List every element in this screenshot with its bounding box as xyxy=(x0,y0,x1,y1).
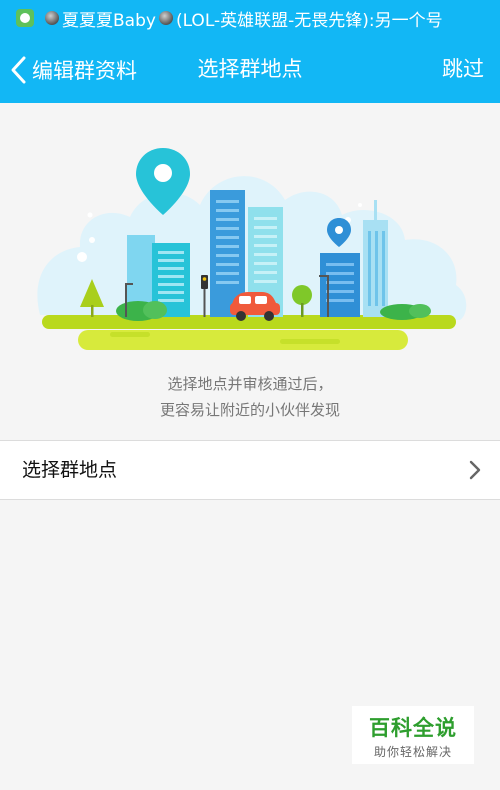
watermark-logo: 百科全说 助你轻松解决 xyxy=(352,706,474,764)
back-button[interactable]: 编辑群资料 xyxy=(8,36,137,103)
back-label: 编辑群资料 xyxy=(32,58,137,83)
decor-ball-icon xyxy=(158,11,173,25)
select-location-row[interactable]: 选择群地点 xyxy=(0,440,500,500)
chevron-right-icon xyxy=(469,460,481,480)
description-line-1: 选择地点并审核通过后， xyxy=(167,375,333,393)
status-name-part2: (LOL-英雄联盟-无畏先锋):另一个号 xyxy=(175,10,443,31)
select-location-label: 选择群地点 xyxy=(22,459,118,481)
status-bar: 夏夏夏Baby (LOL-英雄联盟-无畏先锋):另一个号 xyxy=(0,0,500,36)
skip-button[interactable]: 跳过 xyxy=(442,36,484,103)
watermark-title: 百科全说 xyxy=(369,716,457,740)
chevron-left-icon xyxy=(11,56,26,83)
city-map-illustration xyxy=(37,148,467,350)
nav-bar: 编辑群资料 选择群地点 跳过 xyxy=(0,36,500,103)
qq-chat-icon xyxy=(16,9,34,27)
watermark-subtitle: 助你轻松解决 xyxy=(373,745,452,759)
decor-ball-icon xyxy=(45,11,59,25)
description-line-2: 更容易让附近的小伙伴发现 xyxy=(159,401,340,419)
status-notification-text: 夏夏夏Baby (LOL-英雄联盟-无畏先锋):另一个号 xyxy=(42,6,443,31)
status-name-part1: 夏夏夏Baby xyxy=(62,10,156,31)
